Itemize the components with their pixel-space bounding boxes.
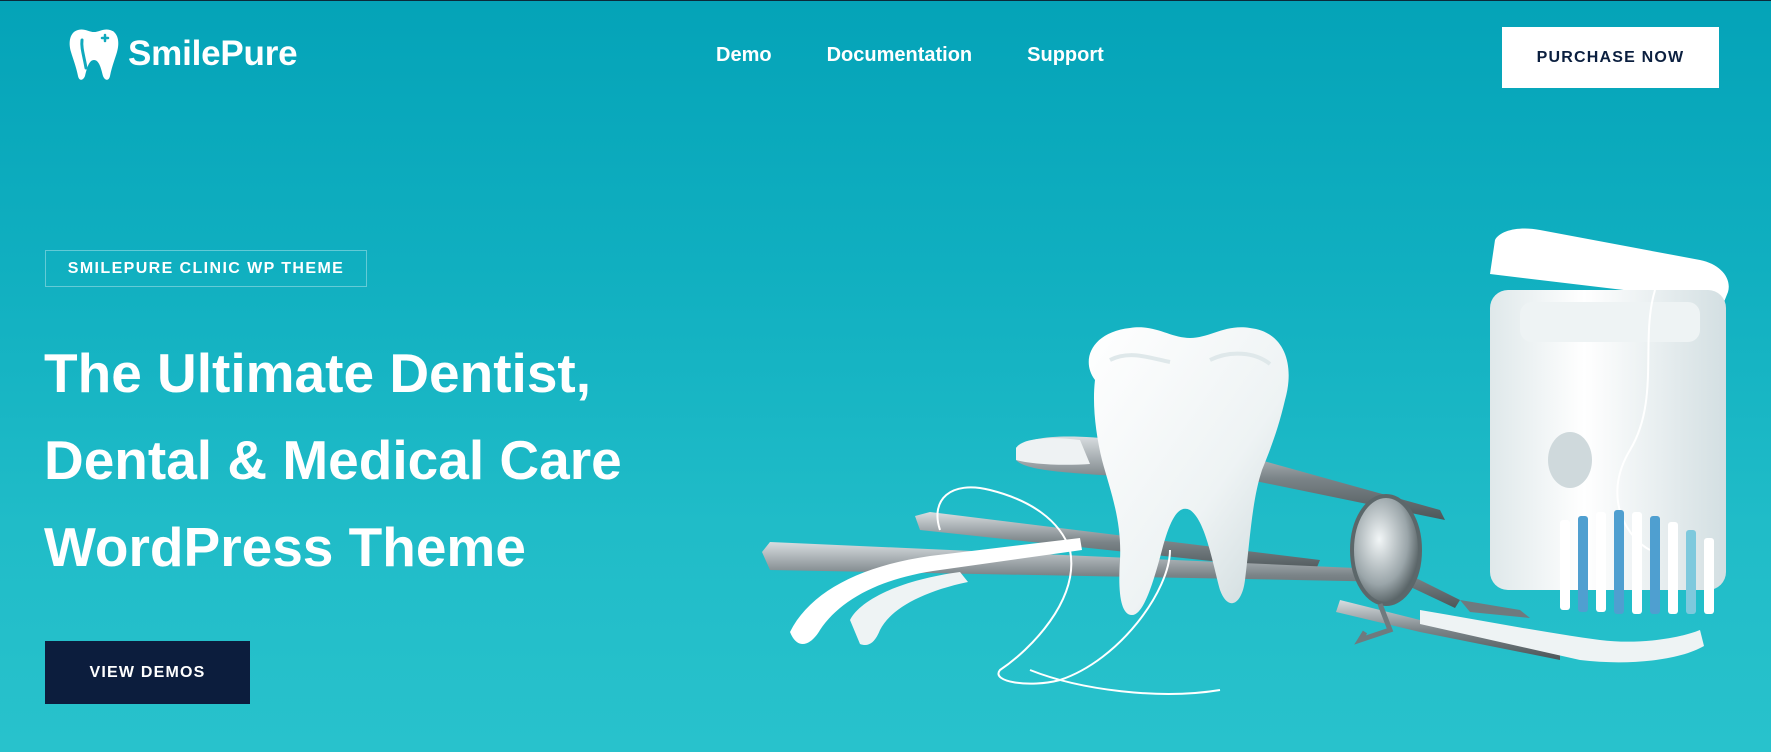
site-logo[interactable]: SmilePure [68, 26, 298, 82]
top-border [0, 0, 1771, 1]
hero-headline: The Ultimate Dentist, Dental & Medical C… [44, 330, 764, 591]
brand-name: SmilePure [128, 34, 298, 73]
theme-badge: SMILEPURE CLINIC WP THEME [45, 250, 367, 287]
headline-line-3: WordPress Theme [44, 516, 526, 578]
headline-line-1: The Ultimate Dentist, [44, 342, 592, 404]
headline-line-2: Dental & Medical Care [44, 429, 622, 491]
dental-tools-image [762, 228, 1729, 695]
tooth-icon [69, 29, 119, 80]
nav-documentation[interactable]: Documentation [827, 44, 973, 67]
nav-support[interactable]: Support [1027, 44, 1104, 67]
main-nav: Demo Documentation Support [716, 44, 1104, 67]
view-demos-button[interactable]: VIEW DEMOS [45, 641, 250, 704]
purchase-now-button[interactable]: PURCHASE NOW [1502, 27, 1719, 88]
nav-demo[interactable]: Demo [716, 44, 772, 67]
hero-section: SmilePure Demo Documentation Support PUR… [0, 0, 1771, 752]
